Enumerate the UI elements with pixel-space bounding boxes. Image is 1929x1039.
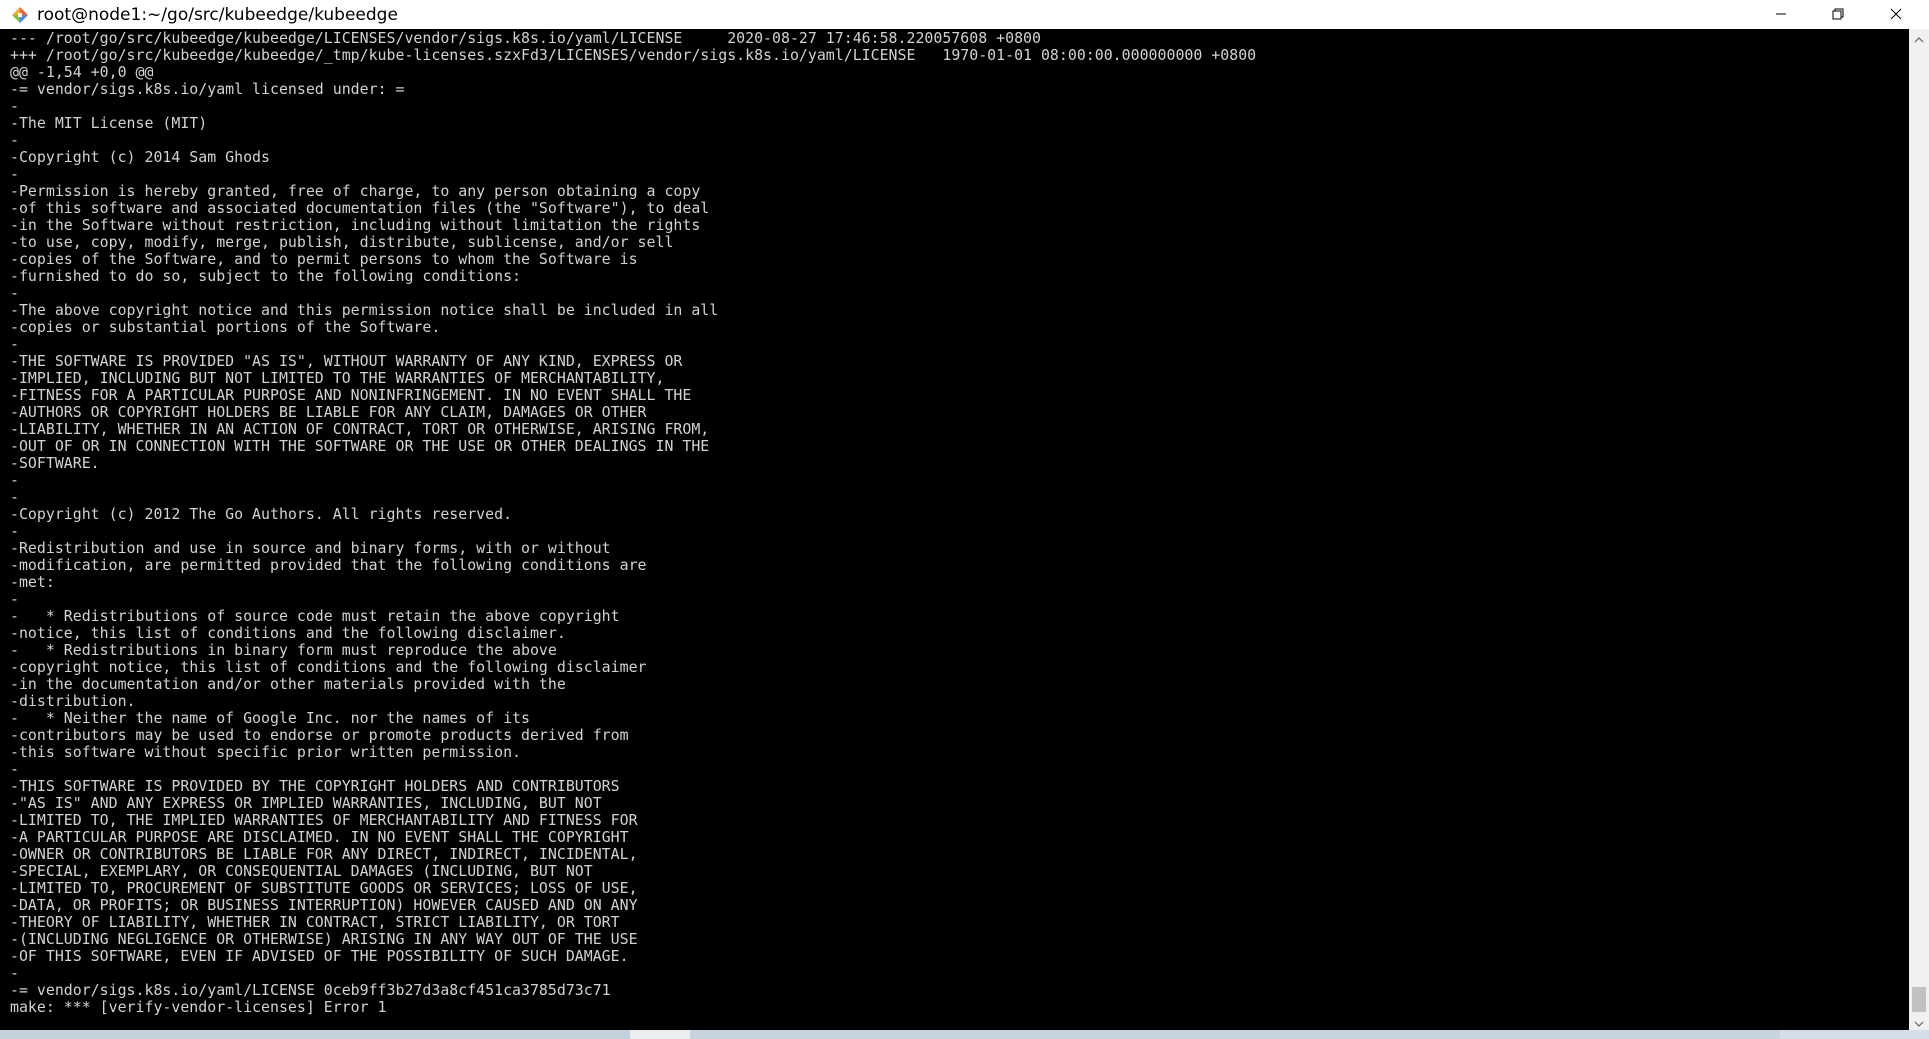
- taskbar-edge: [0, 1030, 1929, 1039]
- scrollbar-thumb[interactable]: [1912, 987, 1926, 1012]
- terminal-output-area[interactable]: --- /root/go/src/kubeedge/kubeedge/LICEN…: [0, 29, 1909, 1030]
- close-icon: [1890, 5, 1902, 24]
- scroll-up-arrow-icon: [1914, 28, 1924, 47]
- title-bar[interactable]: root@node1:~/go/src/kubeedge/kubeedge: [0, 0, 1929, 29]
- putty-app-icon[interactable]: [11, 6, 29, 24]
- close-button[interactable]: [1867, 0, 1925, 29]
- minimize-icon: [1775, 5, 1787, 24]
- restore-button[interactable]: [1809, 0, 1867, 29]
- taskbar-edge-segment: [630, 1030, 690, 1039]
- vertical-scrollbar[interactable]: [1909, 29, 1929, 1030]
- scroll-down-button[interactable]: [1909, 1013, 1929, 1030]
- minimize-button[interactable]: [1752, 0, 1810, 29]
- scroll-down-arrow-icon: [1914, 1012, 1924, 1031]
- taskbar-edge-segment: [0, 1030, 630, 1039]
- taskbar-edge-segment: [1780, 1030, 1929, 1039]
- window-title: root@node1:~/go/src/kubeedge/kubeedge: [37, 5, 398, 25]
- terminal-window: root@node1:~/go/src/kubeedge/kubeedge --…: [0, 0, 1929, 1039]
- restore-icon: [1832, 5, 1844, 24]
- terminal-output-text: --- /root/go/src/kubeedge/kubeedge/LICEN…: [10, 29, 1257, 1016]
- scroll-up-button[interactable]: [1909, 29, 1929, 46]
